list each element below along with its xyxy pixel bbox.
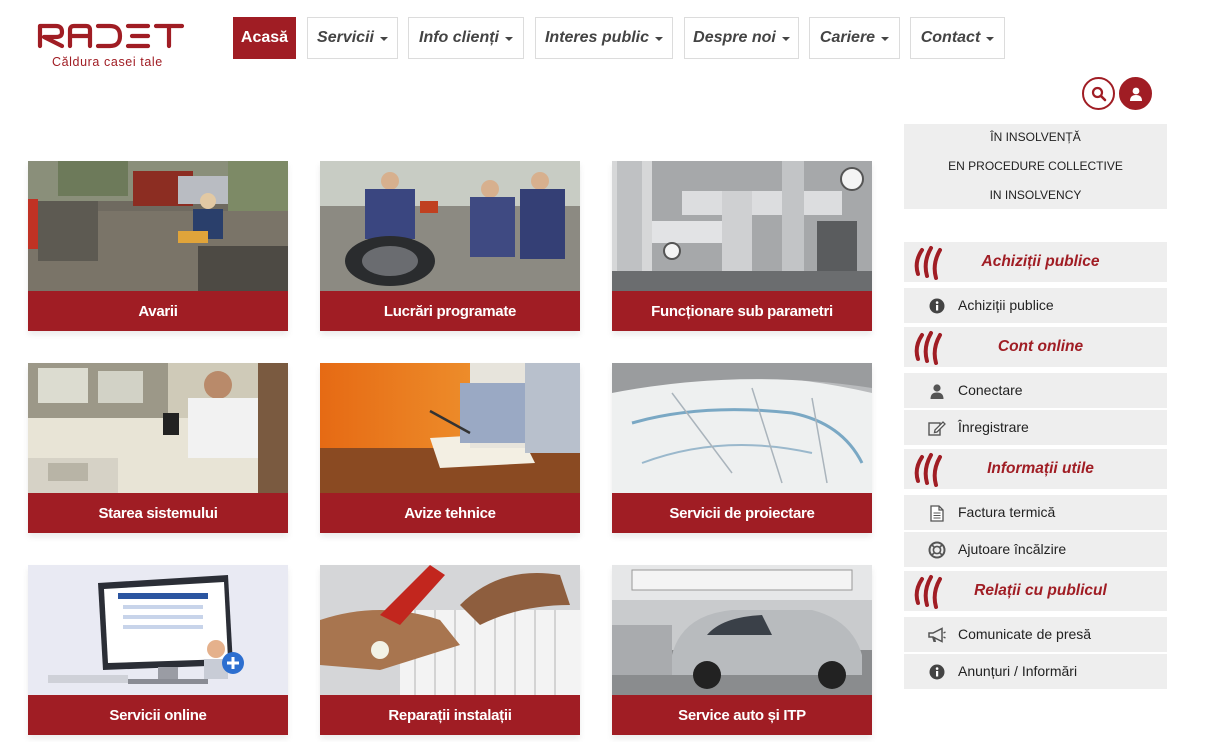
- tile-starea-sistemului[interactable]: Starea sistemului: [28, 363, 288, 533]
- tile-label: Avarii: [28, 291, 288, 331]
- tile-photo-avize-tehnice: [320, 363, 580, 493]
- tile-servicii-online[interactable]: Servicii online: [28, 565, 288, 735]
- user-icon: [1129, 87, 1142, 101]
- tile-photo-avarii: [28, 161, 288, 291]
- sidebar-item-comunicate-de-presa[interactable]: Comunicate de presă: [904, 617, 1167, 652]
- insolvency-line-fr: EN PROCEDURE COLLECTIVE: [948, 159, 1123, 173]
- user-icon: [928, 382, 946, 400]
- tile-label: Reparații instalații: [320, 695, 580, 735]
- nav-item-label: Info clienți: [419, 29, 499, 46]
- nav-item-cariere[interactable]: Cariere: [809, 17, 900, 59]
- nav-item-servicii[interactable]: Servicii: [307, 17, 398, 59]
- tile-photo-reparatii-instalatii: [320, 565, 580, 695]
- logo-wordmark: [37, 23, 185, 49]
- insolvency-notice[interactable]: ÎN INSOLVENȚĂ EN PROCEDURE COLLECTIVE IN…: [904, 124, 1167, 209]
- insolvency-line-en: IN INSOLVENCY: [989, 188, 1082, 202]
- nav-item-despre-noi[interactable]: Despre noi: [684, 17, 799, 59]
- tile-photo-servicii-de-proiectare: [612, 363, 872, 493]
- sidebar-heading-informatii-utile: Informații utile: [904, 449, 1167, 489]
- nav-item-label: Interes public: [544, 29, 650, 46]
- sidebar-item-label: Achiziții publice: [958, 297, 1054, 313]
- tile-avarii[interactable]: Avarii: [28, 161, 288, 331]
- tile-lucrari-programate[interactable]: Lucrări programate: [320, 161, 580, 331]
- tile-avize-tehnice[interactable]: Avize tehnice: [320, 363, 580, 533]
- logo[interactable]: Căldura casei tale: [36, 16, 188, 72]
- tile-photo-service-auto-si-itp: [612, 565, 872, 695]
- tile-label: Funcționare sub parametri: [612, 291, 872, 331]
- nav-item-acasa[interactable]: Acasă: [233, 17, 296, 59]
- info-icon: [928, 297, 946, 315]
- sidebar-item-label: Înregistrare: [958, 419, 1029, 435]
- sidebar-heading-title: Cont online: [997, 338, 1084, 355]
- tile-photo-lucrari-programate: [320, 161, 580, 291]
- caret-down-icon: [379, 37, 388, 41]
- sidebar-item-conectare[interactable]: Conectare: [904, 373, 1167, 408]
- caret-down-icon: [781, 37, 790, 41]
- sidebar-item-label: Conectare: [958, 382, 1023, 398]
- sidebar-item-label: Anunțuri / Informări: [958, 663, 1078, 679]
- caret-down-icon: [655, 37, 664, 41]
- tile-servicii-de-proiectare[interactable]: Servicii de proiectare: [612, 363, 872, 533]
- sidebar-item-label: Comunicate de presă: [958, 626, 1092, 642]
- tile-label: Servicii de proiectare: [612, 493, 872, 533]
- lifebuoy-icon: [928, 541, 946, 559]
- caret-down-icon: [986, 37, 995, 41]
- logo-tagline: Căldura casei tale: [52, 55, 163, 69]
- sidebar-item-inregistrare[interactable]: Înregistrare: [904, 410, 1167, 445]
- nav-item-label: Despre noi: [693, 29, 776, 46]
- user-account-button[interactable]: [1119, 77, 1152, 110]
- document-icon: [928, 504, 946, 522]
- nav-item-info-clienti[interactable]: Info clienți: [408, 17, 524, 59]
- tile-photo-servicii-online: [28, 565, 288, 695]
- nav-item-interes-public[interactable]: Interes public: [535, 17, 673, 59]
- tile-label: Starea sistemului: [28, 493, 288, 533]
- search-icon: [1091, 86, 1106, 101]
- sidebar-heading-title: Informații utile: [987, 460, 1094, 477]
- tile-reparatii-instalatii[interactable]: Reparații instalații: [320, 565, 580, 735]
- caret-down-icon: [505, 37, 513, 41]
- tile-label: Avize tehnice: [320, 493, 580, 533]
- page: Căldura casei tale Acasă Servicii Info c…: [0, 0, 1210, 742]
- sidebar-item-label: Ajutoare încălzire: [958, 541, 1067, 557]
- caret-down-icon: [881, 37, 890, 41]
- insolvency-line-ro: ÎN INSOLVENȚĂ: [990, 130, 1081, 144]
- nav-item-label: Contact: [920, 29, 981, 46]
- megaphone-icon: [928, 626, 946, 644]
- nav-item-label: Cariere: [819, 29, 876, 46]
- tile-label: Lucrări programate: [320, 291, 580, 331]
- sidebar-heading-title: Achiziții publice: [981, 253, 1100, 270]
- nav-item-label: Acasă: [240, 29, 289, 46]
- sidebar-heading-relatii-cu-publicul: Relații cu publicul: [904, 571, 1167, 611]
- sidebar-item-anunturi-informari[interactable]: Anunțuri / Informări: [904, 654, 1167, 689]
- sidebar-heading-cont-online: Cont online: [904, 327, 1167, 367]
- sidebar-heading-title: Relații cu publicul: [974, 582, 1107, 599]
- edit-icon: [928, 419, 946, 437]
- sidebar-heading-achizitii-publice: Achiziții publice: [904, 242, 1167, 282]
- tile-photo-starea-sistemului: [28, 363, 288, 493]
- sidebar-item-factura-termica[interactable]: Factura termică: [904, 495, 1167, 530]
- sidebar-item-label: Factura termică: [958, 504, 1056, 520]
- info-icon: [928, 663, 946, 681]
- nav-item-label: Servicii: [317, 29, 374, 46]
- tile-label: Servicii online: [28, 695, 288, 735]
- tile-label: Service auto și ITP: [612, 695, 872, 735]
- tile-functionare-sub-parametri[interactable]: Funcționare sub parametri: [612, 161, 872, 331]
- sidebar-item-achizitii-publice[interactable]: Achiziții publice: [904, 288, 1167, 323]
- tile-service-auto-si-itp[interactable]: Service auto și ITP: [612, 565, 872, 735]
- nav-item-contact[interactable]: Contact: [910, 17, 1005, 59]
- tile-photo-functionare-sub-parametri: [612, 161, 872, 291]
- search-button[interactable]: [1082, 77, 1115, 110]
- sidebar-item-ajutoare-incalzire[interactable]: Ajutoare încălzire: [904, 532, 1167, 567]
